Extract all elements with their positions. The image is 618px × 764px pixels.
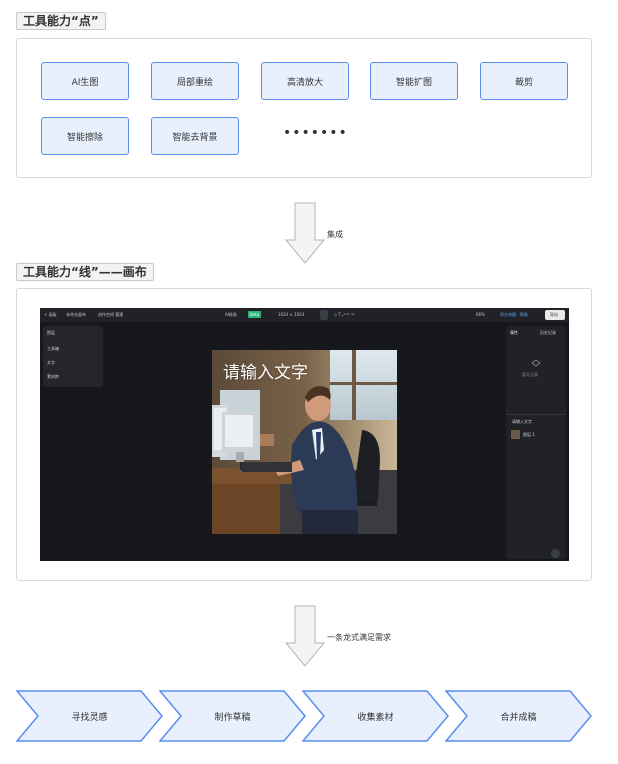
photo-text-overlay[interactable]: 请输入文字 <box>223 358 308 383</box>
panel-divider <box>506 414 566 415</box>
down-arrow-icon <box>285 202 325 264</box>
down-arrow-icon <box>285 605 325 667</box>
tool-erase: 智能擦除 <box>41 117 129 155</box>
layer-row-text[interactable]: 文字 <box>47 360 55 366</box>
empty-hint: 暂无记录 <box>522 372 538 377</box>
tool-outpaint: 智能扩图 <box>370 62 458 100</box>
step-chevron-1: 寻找灵感 <box>16 690 163 742</box>
layer-row-assets[interactable]: 素材库 <box>47 374 59 380</box>
history-tab[interactable]: 历史记录 <box>540 330 556 336</box>
arrow-label-integrate: 集成 <box>327 230 343 239</box>
back-link[interactable]: < 画板 <box>44 312 57 318</box>
canvas-app-screenshot: < 画板 未命名画布 创作空间 管理 AI绘画 Beta 1024 × 1024… <box>40 308 569 561</box>
image-layer-thumb <box>511 430 520 439</box>
mode-badge: Beta <box>248 311 262 318</box>
credits-link[interactable]: 积分充值 · 帮助 <box>500 312 528 318</box>
section-title-line: 工具能力“线”——画布 <box>16 263 154 281</box>
app-topbar: < 画板 未命名画布 创作空间 管理 AI绘画 Beta 1024 × 1024… <box>40 308 569 322</box>
step-chevron-3: 收集素材 <box>302 690 449 742</box>
top-tabs[interactable]: 创作空间 管理 <box>98 312 123 318</box>
step-label-1: 寻找灵感 <box>71 712 108 723</box>
step-chevron-4: 合并成稿 <box>445 690 592 742</box>
step-label-4: 合并成稿 <box>500 712 537 723</box>
tool-inpaint: 局部重绘 <box>151 62 239 100</box>
tool-crop: 裁剪 <box>480 62 568 100</box>
tool-remove-bg: 智能去背景 <box>151 117 239 155</box>
properties-panel: 属性 历史记录 暂无记录 请输入文字 图层 1 <box>506 326 566 559</box>
zoom-level[interactable]: 66% <box>476 312 485 317</box>
image-layer-item[interactable]: 图层 1 <box>523 432 535 438</box>
export-button[interactable]: 导出 <box>545 310 565 320</box>
more-tools-ellipsis: ••••••• <box>283 125 348 141</box>
select-tool-icon[interactable] <box>320 310 328 320</box>
file-name[interactable]: 未命名画布 <box>66 312 86 318</box>
help-icon[interactable] <box>551 549 560 558</box>
layers-panel: 图层 工具箱 文字 素材库 <box>43 326 103 387</box>
text-layer-item[interactable]: 请输入文字 <box>512 419 532 425</box>
arrow-label-one-stop: 一条龙式满足需求 <box>327 633 391 642</box>
properties-header[interactable]: 属性 <box>510 330 518 336</box>
canvas-panel: < 画板 未命名画布 创作空间 管理 AI绘画 Beta 1024 × 1024… <box>16 288 592 581</box>
section-title-points: 工具能力“点” <box>16 12 106 30</box>
tools-panel: AI生图 局部重绘 高清放大 智能扩图 裁剪 智能擦除 智能去背景 ••••••… <box>16 38 592 178</box>
tool-icons[interactable]: ◇ T ⤢ ↶ ↷ <box>334 312 355 317</box>
step-chevron-2: 制作草稿 <box>159 690 306 742</box>
tool-ai-image: AI生图 <box>41 62 129 100</box>
step-label-3: 收集素材 <box>357 712 394 723</box>
canvas-photo[interactable]: 请输入文字 <box>212 350 397 534</box>
layer-row-layers[interactable]: 图层 <box>47 330 55 336</box>
layer-row-toolbox[interactable]: 工具箱 <box>47 346 59 352</box>
empty-state-icon <box>531 359 541 367</box>
tool-upscale: 高清放大 <box>261 62 349 100</box>
step-label-2: 制作草稿 <box>214 712 251 723</box>
mode-toggle[interactable]: AI绘画 <box>225 312 237 318</box>
canvas-size[interactable]: 1024 × 1024 <box>278 312 304 317</box>
